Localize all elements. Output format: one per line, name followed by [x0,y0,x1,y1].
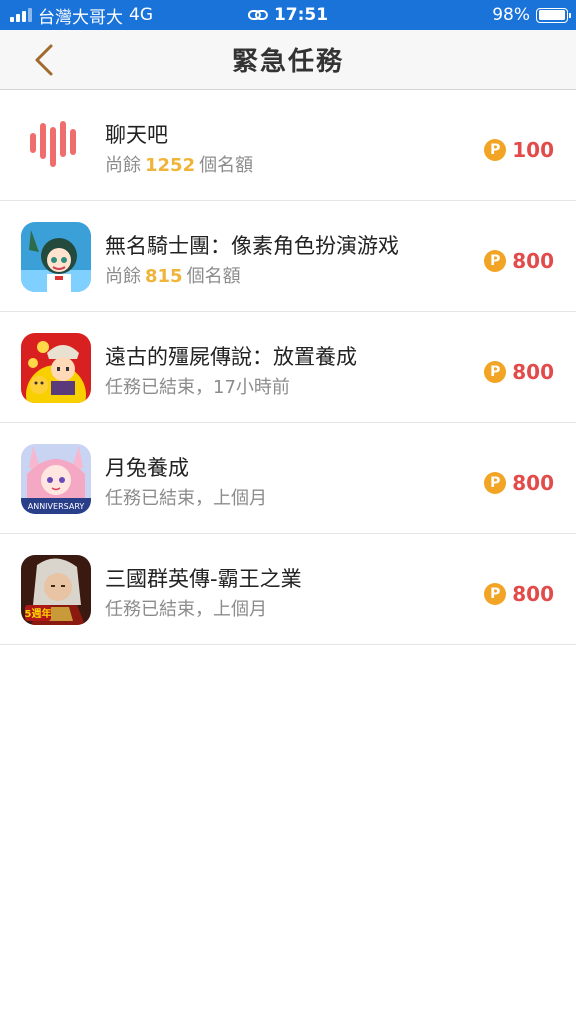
remaining-count: 1252 [145,155,196,176]
task-status: 任務已結束，17小時前 [105,377,290,398]
five-year-badge: 5週年 [25,607,52,620]
reward-points: 800 [512,360,554,384]
task-name: 月兔養成 [105,456,189,480]
nav-bar: 緊急任務 [0,30,576,90]
anniversary-caption: ANNIVERSARY [28,502,85,511]
task-name: 遠古的殭屍傳說：放置養成 [105,345,357,369]
status-suffix: 個名額 [199,155,254,176]
task-row[interactable]: 5週年 三國群英傳-霸王之業 任務已結束，上個月 P 800 [0,534,576,645]
task-name: 聊天吧 [105,123,168,147]
reward-points: 800 [512,249,554,273]
task-row[interactable]: 聊天吧 尚餘 1252 個名額 P 100 [0,90,576,201]
chat-app-icon [21,111,91,181]
three-kingdoms-game-icon: 5週年 [21,555,91,625]
back-button[interactable] [26,42,62,78]
battery-percent: 98% [492,5,530,25]
point-coin-icon: P [484,472,507,494]
point-coin-icon: P [484,361,507,383]
carrier-name: 台灣大哥大 [38,7,123,28]
page-title: 緊急任務 [231,47,344,77]
reward-points: 800 [512,582,554,606]
zombie-game-icon [21,333,91,403]
network-type: 4G [129,5,153,25]
task-row[interactable]: ANNIVERSARY 月兔養成 任務已結束，上個月 P 800 [0,423,576,534]
task-row[interactable]: 遠古的殭屍傳說：放置養成 任務已結束，17小時前 P 800 [0,312,576,423]
reward: P 800 [484,360,554,384]
point-coin-icon: P [484,583,507,605]
remaining-count: 815 [145,266,183,287]
task-status: 尚餘 815 個名額 [105,262,241,288]
status-prefix: 尚餘 [105,266,141,287]
signal-icon [10,8,32,22]
knight-game-icon [21,222,91,292]
task-status: 任務已結束，上個月 [105,488,267,509]
task-row[interactable]: 無名騎士團：像素角色扮演游戏 尚餘 815 個名額 P 800 [0,201,576,312]
link-icon [247,10,268,20]
reward: P 100 [484,138,554,162]
reward-points: 800 [512,471,554,495]
point-coin-icon: P [484,250,507,272]
status-bar: 台灣大哥大 4G 17:51 98% [0,0,576,30]
reward: P 800 [484,471,554,495]
task-name: 無名騎士團：像素角色扮演游戏 [105,234,399,258]
point-coin-icon: P [484,139,507,161]
task-name: 三國群英傳-霸王之業 [105,567,302,591]
status-suffix: 個名額 [186,266,241,287]
status-prefix: 尚餘 [105,155,141,176]
task-status: 尚餘 1252 個名額 [105,151,253,177]
battery-icon [536,7,571,23]
task-status: 任務已結束，上個月 [105,599,267,620]
reward-points: 100 [512,138,554,162]
reward: P 800 [484,582,554,606]
status-left: 台灣大哥大 4G [10,3,153,28]
chevron-left-icon [35,44,53,76]
moon-rabbit-game-icon: ANNIVERSARY [21,444,91,514]
reward: P 800 [484,249,554,273]
clock: 17:51 [273,5,329,25]
status-right: 98% [492,5,571,25]
status-center: 17:51 [247,5,329,25]
task-list: 聊天吧 尚餘 1252 個名額 P 100 無名騎士團：像素角色扮演游戏 尚餘 … [0,90,576,645]
